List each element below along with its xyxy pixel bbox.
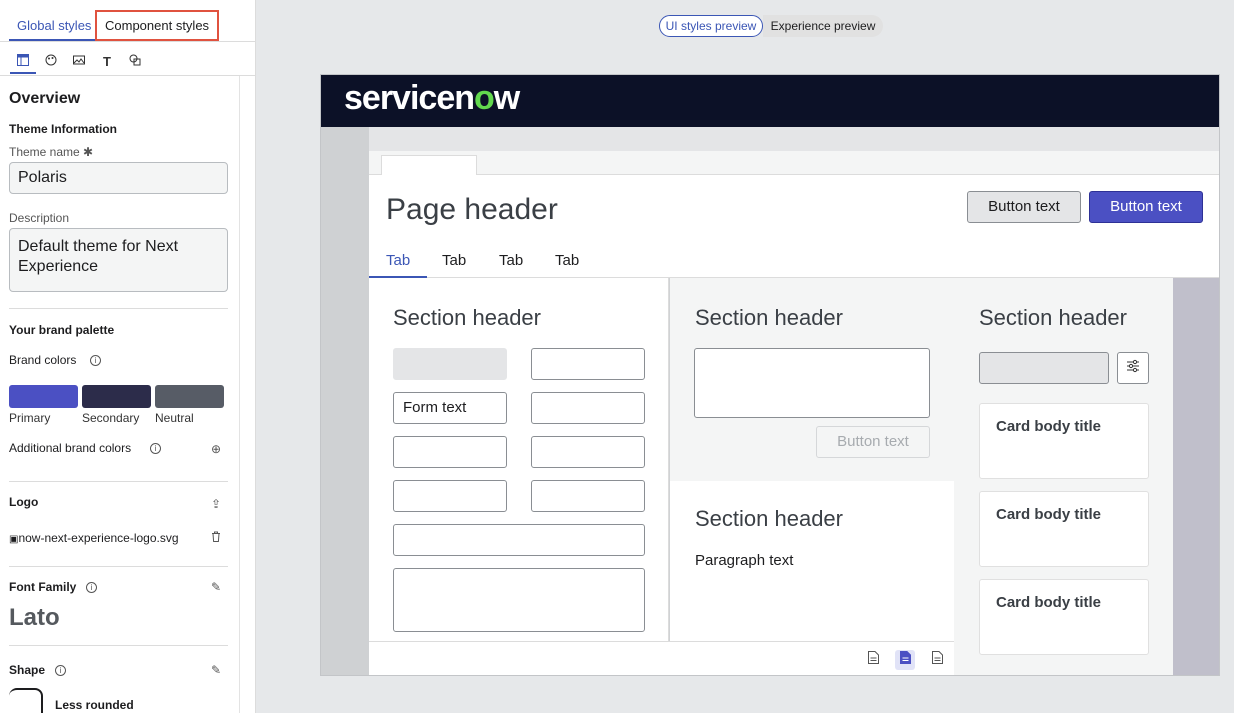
tab-1[interactable]: Tab [369, 253, 428, 278]
section-header: Section header [979, 305, 1127, 330]
style-tabs: Global styles Component styles [0, 10, 255, 41]
info-icon[interactable]: i [86, 582, 97, 593]
divider [9, 308, 228, 309]
additional-brand-colors-label: Additional brand colors [9, 441, 132, 455]
page-title: Page header [386, 193, 558, 226]
font-family-label: Font Family [9, 580, 77, 594]
bottom-toolbar [369, 641, 954, 675]
trash-icon[interactable] [209, 531, 223, 545]
disabled-field [393, 348, 507, 380]
overview-title: Overview [9, 90, 81, 107]
divider [9, 566, 228, 567]
tab-3[interactable]: Tab [482, 253, 540, 278]
tab-component-styles[interactable]: Component styles [95, 10, 220, 41]
tab-divider [0, 41, 255, 42]
swatch-secondary[interactable] [82, 385, 151, 408]
card[interactable]: Card body title [979, 491, 1149, 567]
card-title: Card body title [996, 506, 1102, 523]
disabled-button: Button text [816, 426, 930, 458]
tab-global-styles[interactable]: Global styles [9, 10, 100, 41]
textarea-field[interactable] [393, 568, 645, 632]
theme-info-label: Theme Information [9, 122, 118, 136]
layout-icon[interactable] [10, 52, 36, 74]
divider [9, 481, 228, 482]
filter-settings-icon[interactable] [1117, 352, 1149, 384]
shape-label: Shape [9, 663, 46, 677]
settings-scroll-area[interactable]: Overview Theme Information Theme name ✱ … [0, 76, 240, 713]
section-icon-bar: T [0, 50, 255, 76]
swatch-neutral-label: Neutral [155, 411, 194, 425]
primary-button[interactable]: Button text [1089, 191, 1203, 223]
required-icon: ✱ [83, 145, 94, 159]
section-header: Section header [695, 305, 843, 330]
experience-preview-toggle[interactable]: Experience preview [763, 15, 883, 37]
brand-header: servicenow [321, 75, 1219, 127]
logo-file: ▣now-next-experience-logo.svg [9, 531, 179, 545]
theme-name-input[interactable]: Polaris [9, 162, 228, 194]
secondary-button[interactable]: Button text [967, 191, 1081, 223]
page-tab-strip [369, 151, 1219, 176]
form-section: Section header Form text [369, 278, 669, 641]
tab-4[interactable]: Tab [538, 253, 596, 278]
top-strip [369, 127, 1219, 151]
document-icon[interactable] [927, 650, 947, 670]
info-icon[interactable]: i [150, 443, 161, 454]
text-field[interactable] [531, 392, 645, 424]
palette-icon[interactable] [38, 52, 64, 74]
document-icon[interactable] [863, 650, 883, 670]
left-gutter [321, 127, 369, 675]
wide-text-field[interactable] [393, 524, 645, 556]
swatch-secondary-label: Secondary [82, 411, 140, 425]
swatch-primary[interactable] [9, 385, 78, 408]
shapes-icon[interactable] [122, 52, 148, 74]
cards-section: Section header Card body title Card body… [954, 278, 1173, 675]
card-title: Card body title [996, 418, 1102, 435]
section-header: Section header [393, 305, 541, 330]
preview-frame: servicenow Page header Button text Butto… [320, 74, 1220, 676]
shape-preview-icon[interactable] [9, 688, 43, 713]
info-icon[interactable]: i [55, 665, 66, 676]
text-field[interactable] [393, 480, 507, 512]
card[interactable]: Card body title [979, 579, 1149, 655]
edit-off-icon[interactable]: ✎ [209, 580, 223, 594]
text-field[interactable] [531, 480, 645, 512]
text-field[interactable] [393, 436, 507, 468]
info-icon[interactable]: i [90, 355, 101, 366]
servicenow-logo: servicenow [344, 79, 520, 117]
brand-colors-label: Brand colors [9, 353, 77, 367]
theme-name-label: Theme name ✱ [9, 145, 94, 159]
card-title: Card body title [996, 594, 1102, 611]
swatch-neutral[interactable] [155, 385, 224, 408]
divider [9, 645, 228, 646]
paragraph-section: Section header Paragraph text [670, 481, 954, 641]
textarea-field[interactable] [694, 348, 930, 418]
brand-palette-label: Your brand palette [9, 323, 115, 337]
description-textarea[interactable]: Default theme for Next Experience [9, 228, 228, 292]
swatch-primary-label: Primary [9, 411, 51, 425]
browser-tab[interactable] [381, 155, 477, 176]
font-family-value: Lato [9, 604, 60, 631]
image-icon[interactable] [66, 52, 92, 74]
upload-icon[interactable]: ⇪ [209, 497, 223, 511]
logo-label: Logo [9, 495, 39, 509]
description-label: Description [9, 211, 70, 225]
ui-styles-preview-toggle[interactable]: UI styles preview [659, 15, 763, 37]
paragraph-text: Paragraph text [695, 552, 794, 569]
text-icon[interactable]: T [94, 52, 120, 74]
filter-input[interactable] [979, 352, 1109, 384]
tab-2[interactable]: Tab [425, 253, 483, 278]
add-circle-icon[interactable]: ⊕ [209, 442, 223, 456]
shape-value: Less rounded [55, 698, 134, 712]
left-panel: Global styles Component styles T Overvie… [0, 0, 256, 713]
textarea-section: Section header Button text [670, 278, 954, 481]
text-field[interactable] [531, 348, 645, 380]
text-field-form-text[interactable]: Form text [393, 392, 507, 424]
text-field[interactable] [531, 436, 645, 468]
document-icon[interactable] [895, 650, 915, 670]
section-header: Section header [695, 506, 843, 531]
edit-off-icon[interactable]: ✎ [209, 663, 223, 677]
card[interactable]: Card body title [979, 403, 1149, 479]
page-header-area: Page header Button text Button text Tab … [369, 175, 1219, 278]
